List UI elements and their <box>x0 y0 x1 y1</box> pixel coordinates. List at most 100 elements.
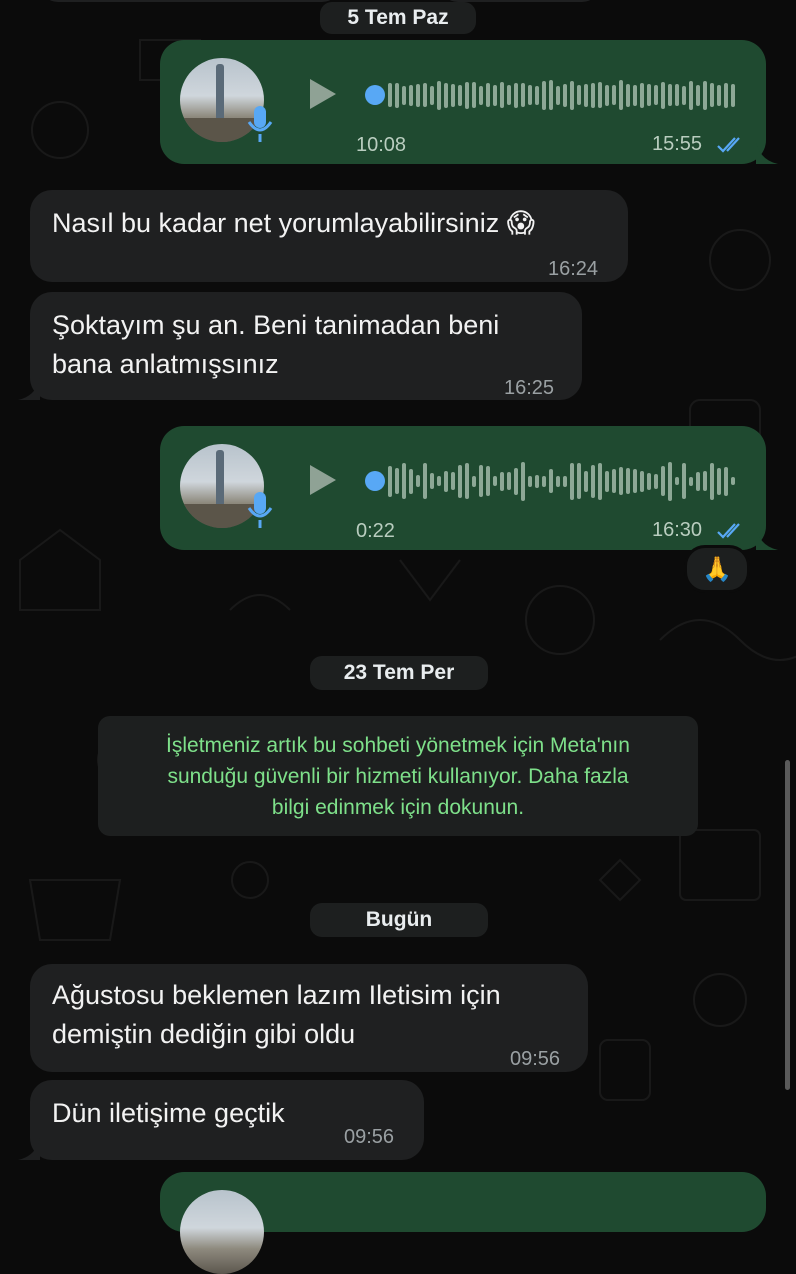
message-text-line: Ağustosu beklemen lazım Iletisim için <box>52 980 501 1010</box>
incoming-message[interactable]: Şoktayım şu an. Beni tanimadan beni bana… <box>30 292 582 400</box>
waveform-bar <box>437 80 441 110</box>
play-icon[interactable] <box>310 465 336 495</box>
voice-message[interactable] <box>160 1172 766 1274</box>
date-separator: Bugün <box>310 903 488 937</box>
waveform-bar <box>598 82 602 108</box>
waveform-bar <box>570 462 574 500</box>
waveform-bar <box>668 461 672 501</box>
incoming-message[interactable]: Ağustosu beklemen lazım Iletisim için de… <box>30 964 588 1072</box>
system-notice[interactable]: İşletmeniz artık bu sohbeti yönetmek içi… <box>98 716 698 836</box>
scrollbar[interactable] <box>785 760 790 1090</box>
waveform[interactable] <box>388 459 735 503</box>
waveform-bar <box>703 80 707 110</box>
waveform-bar <box>654 473 658 489</box>
waveform-bar <box>640 82 644 108</box>
waveform-bar <box>423 83 427 107</box>
waveform-bar <box>423 463 427 499</box>
waveform-bar <box>640 470 644 492</box>
prev-bubble-left <box>40 0 340 2</box>
mic-icon <box>247 492 273 528</box>
double-check-icon <box>717 523 740 539</box>
waveform-bar <box>437 476 441 486</box>
waveform-bar <box>416 83 420 107</box>
waveform-bar <box>430 473 434 489</box>
waveform-bar <box>486 83 490 107</box>
waveform-bar <box>598 462 602 500</box>
waveform-bar <box>465 81 469 109</box>
waveform-bar <box>689 476 693 486</box>
mic-icon <box>247 106 273 142</box>
date-label: 5 Tem Paz <box>347 6 449 29</box>
waveform-bar <box>724 466 728 496</box>
waveform-bar <box>528 85 532 105</box>
date-separator: 5 Tem Paz <box>320 2 476 34</box>
waveform-bar <box>542 475 546 487</box>
waveform-bar <box>626 83 630 107</box>
waveform-bar <box>409 468 413 494</box>
waveform-bar <box>654 85 658 105</box>
waveform-bar <box>689 80 693 110</box>
voice-message[interactable]: 0:22 16:30 <box>160 426 766 550</box>
waveform-bar <box>570 80 574 110</box>
waveform-bar <box>577 85 581 105</box>
message-text: Dün iletişime geçtik <box>52 1098 285 1128</box>
waveform-bar <box>563 83 567 107</box>
waveform-bar <box>703 471 707 491</box>
waveform-bar <box>647 472 651 490</box>
voice-message[interactable]: 10:08 15:55 <box>160 40 766 164</box>
reaction-emoji: 🙏 <box>702 555 732 583</box>
waveform-bar <box>563 475 567 487</box>
progress-dot[interactable] <box>365 471 385 491</box>
waveform-bar <box>549 80 553 110</box>
waveform-bar <box>430 85 434 105</box>
waveform-bar <box>605 470 609 492</box>
incoming-message[interactable]: Dün iletişime geçtik 09:56 <box>30 1080 424 1160</box>
waveform-bar <box>675 477 679 485</box>
waveform-bar <box>409 84 413 106</box>
waveform-bar <box>605 84 609 106</box>
waveform-bar <box>612 469 616 493</box>
waveform-bar <box>731 83 735 107</box>
waveform-bar <box>402 85 406 105</box>
avatar <box>180 1190 264 1274</box>
waveform-bar <box>661 81 665 109</box>
waveform-bar <box>444 82 448 108</box>
waveform-bar <box>549 469 553 493</box>
waveform-bar <box>507 85 511 105</box>
waveform-bar <box>696 84 700 106</box>
bubble-tail <box>18 378 40 400</box>
waveform-bar <box>458 84 462 106</box>
waveform-bar <box>521 83 525 107</box>
waveform-bar <box>717 84 721 106</box>
waveform-bar <box>451 83 455 107</box>
waveform-bar <box>500 471 504 491</box>
waveform-bar <box>710 462 714 500</box>
waveform-bar <box>731 477 735 485</box>
waveform-bar <box>542 80 546 110</box>
bubble-tail <box>756 142 778 164</box>
waveform-bar <box>514 467 518 495</box>
waveform-bar <box>507 472 511 490</box>
notice-line: İşletmeniz artık bu sohbeti yönetmek içi… <box>166 733 630 757</box>
waveform-bar <box>486 466 490 496</box>
waveform-bar <box>451 472 455 490</box>
waveform-bar <box>591 464 595 498</box>
waveform-bar <box>682 85 686 105</box>
notice-line: bilgi edinmek için dokunun. <box>271 795 525 819</box>
date-label: 23 Tem Per <box>343 661 455 684</box>
voice-duration: 10:08 <box>356 134 407 156</box>
waveform-bar <box>633 84 637 106</box>
play-icon[interactable] <box>310 79 336 109</box>
waveform-bar <box>633 469 637 493</box>
double-check-icon <box>717 137 740 153</box>
incoming-message[interactable]: Nasıl bu kadar net yorumlayabilirsiniz 😱… <box>30 190 628 282</box>
waveform-bar <box>556 85 560 105</box>
waveform[interactable] <box>388 73 735 117</box>
progress-dot[interactable] <box>365 85 385 105</box>
waveform-bar <box>388 83 392 107</box>
waveform-bar <box>458 464 462 498</box>
reaction-badge[interactable]: 🙏 <box>684 545 750 593</box>
message-time: 16:24 <box>548 258 599 280</box>
date-label: Bugün <box>365 908 433 931</box>
message-time: 09:56 <box>510 1048 561 1070</box>
